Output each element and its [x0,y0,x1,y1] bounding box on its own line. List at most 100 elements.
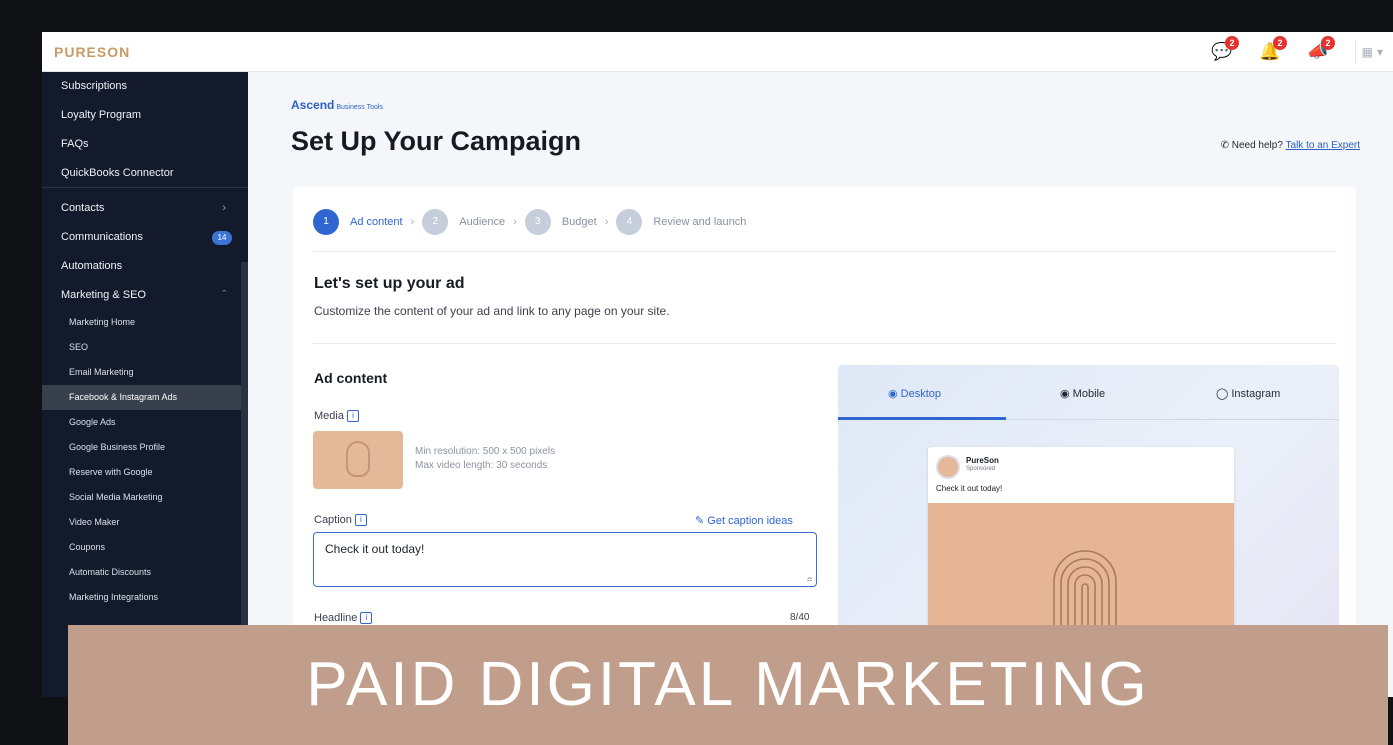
chevron-right-icon: › [513,216,517,228]
sparkle-icon: ✎ [695,515,705,527]
megaphone-icon[interactable]: 📣 2 [1307,36,1335,63]
sidebar-item-label: Marketing & SEO [61,289,146,301]
brand-label: Ascend Business Tools [291,98,383,112]
post-sponsored-label: Sponsored [966,466,996,472]
headline-label-text: Headline [314,612,358,624]
step-label: Ad content [350,216,403,228]
instagram-icon: ◯ [1216,388,1229,400]
chevron-right-icon: › [410,216,415,228]
sidebar-subitem-coupons[interactable]: Coupons [42,535,248,560]
tab-label: Desktop [900,388,942,400]
brand-name: Ascend [291,98,335,112]
media-resolution: Min resolution: 500 x 500 pixels [415,446,556,457]
sidebar-item-contacts[interactable]: Contacts › [42,194,248,223]
post-page-name: PureSon [966,456,999,465]
tab-label: Mobile [1072,388,1106,400]
headline-label: Headline i [314,612,373,625]
step-number: 3 [524,209,551,235]
info-icon[interactable]: i [360,612,373,625]
tab-instagram[interactable]: ◯ Instagram [1216,387,1280,400]
brand-sub: Business Tools [336,104,383,111]
info-icon[interactable]: i [354,514,367,527]
main-content: Ascend Business Tools Set Up Your Campaig… [248,72,1393,707]
top-icons: 💬 2 🔔 2 📣 2 ▦ ▾ [1211,36,1383,65]
media-requirements: Min resolution: 500 x 500 pixels Max vide… [415,445,555,473]
caption-label-text: Caption [314,514,352,526]
top-bar: PURESON 💬 2 🔔 2 📣 2 ▦ ▾ [42,32,1393,72]
sidebar-subitem-google-business-profile[interactable]: Google Business Profile [42,435,248,460]
count-badge: 14 [212,231,232,245]
sidebar-subitem-marketing-integrations[interactable]: Marketing Integrations [42,585,248,610]
grid-icon: ▦ [1361,45,1373,59]
tab-desktop[interactable]: ◉ Desktop [888,387,941,400]
step-number: 2 [422,209,449,235]
chevron-right-icon: › [222,202,226,214]
step-label: Budget [561,216,597,228]
step-ad-content[interactable]: 1 Ad content › [313,209,414,235]
caption-value: Check it out today! [325,542,425,556]
sidebar: Subscriptions Loyalty Program FAQs Quick… [42,72,248,697]
bell-icon[interactable]: 🔔 2 [1259,36,1287,63]
sidebar-subitem-email-marketing[interactable]: Email Marketing [42,360,248,385]
tab-mobile[interactable]: ◉ Mobile [1060,387,1105,400]
sidebar-subitem-video-maker[interactable]: Video Maker [42,510,248,535]
account-menu[interactable]: ▦ ▾ [1355,40,1383,64]
caption-label: Caption i [314,514,367,527]
resize-handle-icon[interactable]: ≏ [806,575,813,584]
chat-icon[interactable]: 💬 2 [1211,36,1239,63]
help-text: ✆ Need help? Talk to an Expert [1221,140,1360,151]
sidebar-item-loyalty-program[interactable]: Loyalty Program [42,101,248,130]
sidebar-item-quickbooks[interactable]: QuickBooks Connector [42,159,248,188]
sidebar-item-automations[interactable]: Automations [42,252,248,281]
sidebar-item-communications[interactable]: Communications 14 [42,223,248,252]
step-review-launch[interactable]: 4 Review and launch [616,209,746,235]
sidebar-item-faqs[interactable]: FAQs [42,130,248,159]
ad-content-title: Ad content [314,370,388,386]
phone-icon: ✆ [1220,140,1229,151]
step-number: 1 [313,209,339,235]
sidebar-item-label: Contacts [61,202,105,214]
step-budget[interactable]: 3 Budget › [524,209,608,235]
sidebar-subitem-facebook-instagram-ads[interactable]: Facebook & Instagram Ads [42,385,248,410]
section-description: Customize the content of your ad and lin… [314,304,670,318]
chat-badge: 2 [1225,36,1239,50]
get-caption-ideas-link[interactable]: ✎ Get caption ideas [695,514,793,527]
media-label: Media i [314,410,359,423]
talk-to-expert-link[interactable]: Talk to an Expert [1286,140,1360,151]
page-title: Set Up Your Campaign [291,126,582,156]
sidebar-subitem-marketing-home[interactable]: Marketing Home [42,310,248,335]
facebook-icon: ◉ [1060,388,1070,400]
help-label: Need help? [1231,140,1283,151]
divider [313,343,1336,344]
sidebar-subitem-seo[interactable]: SEO [42,335,248,360]
sidebar-item-marketing-seo[interactable]: Marketing & SEO ˆ [42,281,248,310]
app-logo[interactable]: PURESON [54,44,130,60]
sidebar-subitem-automatic-discounts[interactable]: Automatic Discounts [42,560,248,585]
sidebar-item-label: Communications [61,231,143,243]
sidebar-item-subscriptions[interactable]: Subscriptions [42,72,248,101]
chevron-down-icon: ▾ [1376,45,1383,59]
media-label-text: Media [314,410,344,422]
stepper: 1 Ad content › 2 Audience › 3 Budget › 4 Review… [313,207,754,237]
section-title: Let's set up your ad [314,275,465,292]
banner-title: PAID DIGITAL MARKETING [306,650,1150,719]
sidebar-scrollbar[interactable] [241,262,248,662]
info-icon[interactable]: i [346,410,359,423]
caption-link-text: Get caption ideas [707,515,793,527]
step-audience[interactable]: 2 Audience › [422,209,517,235]
sidebar-subitem-reserve-with-google[interactable]: Reserve with Google [42,460,248,485]
media-thumbnail[interactable] [313,431,403,489]
post-caption: Check it out today! [936,484,1003,493]
step-label: Audience [459,216,506,228]
tab-label: Instagram [1231,388,1281,400]
promo-banner: PAID DIGITAL MARKETING [68,625,1388,745]
fingerprint-icon [346,441,370,477]
media-video-length: Max video length: 30 seconds [415,460,548,471]
sidebar-subitem-social-media-marketing[interactable]: Social Media Marketing [42,485,248,510]
bell-badge: 2 [1273,36,1287,50]
caption-textarea[interactable]: Check it out today! ≏ [313,532,817,587]
sidebar-subitem-google-ads[interactable]: Google Ads [42,410,248,435]
avatar [936,455,960,479]
step-label: Review and launch [653,216,747,228]
active-tab-indicator [838,417,1006,420]
